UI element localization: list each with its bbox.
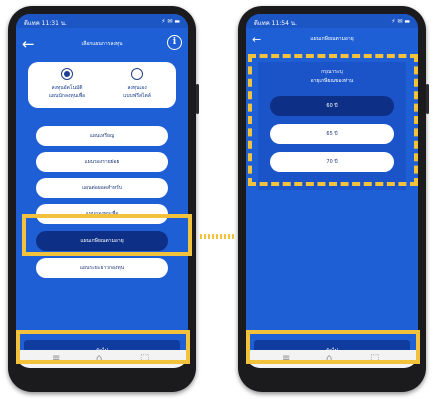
page-title: แผนเกษียณตามอายุ [310, 36, 354, 42]
radio-auto-invest[interactable]: ลงทุนอัตโนมัติ แผนนักลงทุนเพื่อ [32, 68, 102, 100]
plan-item[interactable]: แผนเหรียญ [36, 126, 168, 146]
highlight-selected-plan [22, 214, 192, 256]
back-arrow-icon[interactable]: ← [22, 36, 35, 52]
highlight-next-button [246, 330, 420, 364]
plan-item[interactable]: แผนต่อยอดสำหรับ [36, 178, 168, 198]
radio-self-invest[interactable]: ลงทุนเอง แบบฟรีสไตล์ [102, 68, 172, 100]
plan-item[interactable]: แผนรองรายย่อย [36, 152, 168, 172]
status-time: ดีแทค 11:31 น. [24, 20, 67, 27]
header-bar: ← แผนเกษียณตามอายุ [246, 28, 418, 54]
back-arrow-icon[interactable]: ← [252, 32, 261, 48]
power-button [196, 84, 199, 114]
radio-label-line1: ลงทุนอัตโนมัติ [51, 85, 83, 91]
status-icons: ⚡ ✉ ▬ [161, 18, 180, 25]
info-icon[interactable]: i [167, 35, 182, 50]
status-icons: ⚡ ✉ ▬ [391, 18, 410, 25]
plan-item[interactable]: แผนระยะยาวกองทุน [36, 258, 168, 278]
connector-arrow [200, 234, 234, 239]
status-time: ดีแทค 11:54 น. [254, 20, 297, 27]
radio-label-line1: ลงทุนเอง [127, 85, 147, 91]
status-bar: ดีแทค 11:31 น. ⚡ ✉ ▬ [16, 14, 188, 28]
left-phone-screen: ดีแทค 11:31 น. ⚡ ✉ ▬ ← เลือกแผนการลงทุน … [16, 14, 188, 368]
radio-checked-icon [61, 68, 73, 80]
highlight-age-options [248, 54, 418, 186]
status-bar: ดีแทค 11:54 น. ⚡ ✉ ▬ [246, 14, 418, 28]
highlight-next-button [16, 330, 190, 364]
radio-label-line2: แผนนักลงทุนเพื่อ [48, 93, 86, 99]
page-title: เลือกแผนการลงทุน [81, 41, 123, 47]
power-button [426, 84, 429, 114]
header-bar: ← เลือกแผนการลงทุน i [16, 28, 188, 62]
radio-unchecked-icon [131, 68, 143, 80]
plan-type-selector: ลงทุนอัตโนมัติ แผนนักลงทุนเพื่อ ลงทุนเอง… [28, 62, 176, 108]
radio-label-line2: แบบฟรีสไตล์ [123, 93, 151, 99]
